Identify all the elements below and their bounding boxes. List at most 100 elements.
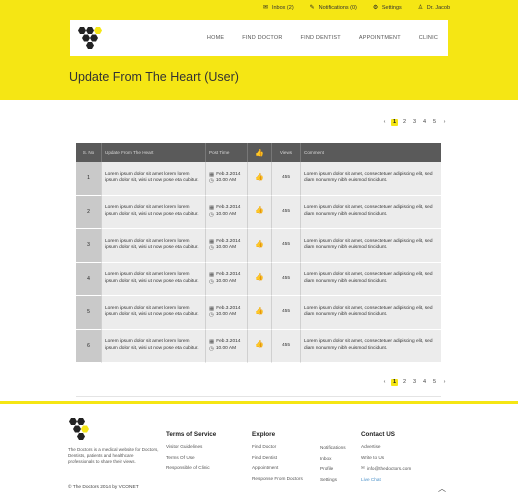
pagination-next[interactable]: › [441,119,448,126]
thumbs-up-icon[interactable]: 👍 [255,308,264,315]
row-subject[interactable]: Lorem ipsum dolor sit amet lorem lorem i… [102,229,206,263]
pagination-page-5[interactable]: 5 [431,379,438,386]
row-comment: Lorem ipsum dolor sit amet, consectetuer… [301,329,441,363]
row-number: 2 [76,195,102,229]
table-row[interactable]: 1 Lorem ipsum dolor sit amet lorem lorem… [76,162,441,196]
footer-link-write-to-us[interactable]: Write to Us [361,455,411,460]
header-like: 👍 [248,143,272,162]
row-subject[interactable]: Lorem ipsum dolor sit amet lorem lorem i… [102,296,206,330]
footer-link-inbox[interactable]: Inbox [320,456,346,461]
footer-link-live-chat[interactable]: Live Chat [361,477,411,482]
site-footer: The Doctors is a medical website for Doc… [0,404,518,499]
row-time: 10.00 AM [215,211,237,217]
pagination-page-1[interactable]: 1 [391,379,398,386]
footer-link-terms-of-use[interactable]: Terms Of Use [166,455,216,460]
pagination-page-4[interactable]: 4 [421,379,428,386]
row-subject[interactable]: Lorem ipsum dolor sit amet lorem lorem i… [102,262,206,296]
pagination-prev[interactable]: ‹ [381,379,388,386]
row-comment: Lorem ipsum dolor sit amet, consectetuer… [301,195,441,229]
footer-link-profile[interactable]: Profile [320,466,346,471]
pagination-page-5[interactable]: 5 [431,119,438,126]
pagination-page-1[interactable]: 1 [391,119,398,126]
footer-explore-column-2: Notifications Inbox Profile Settings [320,445,346,487]
footer-link-appointment[interactable]: Appointment [252,465,303,470]
table-row[interactable]: 5 Lorem ipsum dolor sit amet lorem lorem… [76,296,441,330]
row-subject[interactable]: Lorem ipsum dolor sit amet lorem lorem i… [102,329,206,363]
footer-link-advertise[interactable]: Advertise [361,444,411,449]
row-comment: Lorem ipsum dolor sit amet, consectetuer… [301,296,441,330]
row-like[interactable]: 👍 [248,229,272,263]
site-logo[interactable] [76,25,102,51]
row-views: 455 [272,329,301,363]
notifications-link[interactable]: ✎ Notifications (0) [310,5,357,11]
row-like[interactable]: 👍 [248,195,272,229]
nav-links: HOME FIND DOCTOR FIND DENTIST APPOINTMEN… [207,35,438,41]
nav-find-doctor[interactable]: FIND DOCTOR [242,35,282,41]
thumbs-up-icon[interactable]: 👍 [255,207,264,214]
row-like[interactable]: 👍 [248,162,272,196]
scroll-to-top-icon[interactable]: ︿ [438,483,446,494]
table-row[interactable]: 6 Lorem ipsum dolor sit amet lorem lorem… [76,329,441,363]
thumbs-up-icon[interactable]: 👍 [255,241,264,248]
pagination-page-3[interactable]: 3 [411,379,418,386]
footer-explore-title: Explore [252,431,276,438]
row-post-time: ▦ Feb.3.2014 ◷ 10.00 AM [206,296,248,330]
footer-terms-title: Terms of Service [166,431,217,438]
footer-contact-title: Contact US [361,431,395,438]
row-number: 1 [76,162,102,196]
pagination-page-2[interactable]: 2 [401,379,408,386]
thumbs-up-icon[interactable]: 👍 [255,174,264,181]
row-time: 10.00 AM [215,345,237,351]
header-views: Views [272,143,301,162]
pagination-page-2[interactable]: 2 [401,119,408,126]
row-views: 455 [272,195,301,229]
content-divider [76,396,441,397]
table-row[interactable]: 2 Lorem ipsum dolor sit amet lorem lorem… [76,195,441,229]
pagination-page-4[interactable]: 4 [421,119,428,126]
footer-link-settings[interactable]: Settings [320,477,346,482]
row-like[interactable]: 👍 [248,296,272,330]
nav-clinic[interactable]: CLINIC [419,35,438,41]
thumbs-up-icon[interactable]: 👍 [255,341,264,348]
row-post-time: ▦ Feb.3.2014 ◷ 10.00 AM [206,229,248,263]
header-band: ✉ Inbox (2) ✎ Notifications (0) ⚙ Settin… [0,0,518,100]
footer-email-row[interactable]: ✉ info@thedoctors.com [361,465,411,471]
mail-icon: ✉ [361,465,365,470]
footer-logo[interactable] [68,417,90,443]
footer-link-find-dentist[interactable]: Find Dentist [252,455,303,460]
footer-link-find-doctor[interactable]: Find Doctor [252,444,303,449]
footer-explore-column: Explore Find Doctor Find Dentist Appoint… [252,431,303,486]
row-like[interactable]: 👍 [248,262,272,296]
row-like[interactable]: 👍 [248,329,272,363]
pagination-next[interactable]: › [441,379,448,386]
footer-link-visitor-guidelines[interactable]: Visitor Guidelines [166,444,216,449]
nav-appointment[interactable]: APPOINTMENT [359,35,401,41]
user-name: Dr. Jacob [426,5,450,11]
table-row[interactable]: 4 Lorem ipsum dolor sit amet lorem lorem… [76,262,441,296]
row-number: 6 [76,329,102,363]
thumbs-up-icon[interactable]: 👍 [255,274,264,281]
row-views: 455 [272,296,301,330]
pagination-bottom: ‹ 1 2 3 4 5 › [381,379,448,386]
notification-icon: ✎ [309,5,315,11]
settings-link[interactable]: ⚙ Settings [373,5,402,11]
row-subject[interactable]: Lorem ipsum dolor sit amet lorem lorem i… [102,162,206,196]
nav-find-dentist[interactable]: FIND DENTIST [301,35,341,41]
like-header-icon: 👍 [255,149,264,157]
footer-email[interactable]: info@thedoctors.com [367,466,411,471]
clock-icon: ◷ [209,178,214,185]
footer-link-response[interactable]: Response From Doctors [252,476,303,481]
row-post-time: ▦ Feb.3.2014 ◷ 10.00 AM [206,329,248,363]
table-row[interactable]: 3 Lorem ipsum dolor sit amet lorem lorem… [76,229,441,263]
user-menu[interactable]: ♙ Dr. Jacob [418,5,450,11]
updates-table-wrapper: S. No Update From The Heart Post Time 👍 … [76,143,441,363]
footer-link-responsible-clinic[interactable]: Responsible of Clinic [166,465,216,470]
footer-link-notifications[interactable]: Notifications [320,445,346,450]
settings-icon: ⚙ [372,5,379,11]
pagination-prev[interactable]: ‹ [381,119,388,126]
header-post-time: Post Time [206,143,248,162]
nav-home[interactable]: HOME [207,35,224,41]
row-subject[interactable]: Lorem ipsum dolor sit amet lorem lorem i… [102,195,206,229]
inbox-link[interactable]: ✉ Inbox (2) [263,5,294,11]
pagination-page-3[interactable]: 3 [411,119,418,126]
